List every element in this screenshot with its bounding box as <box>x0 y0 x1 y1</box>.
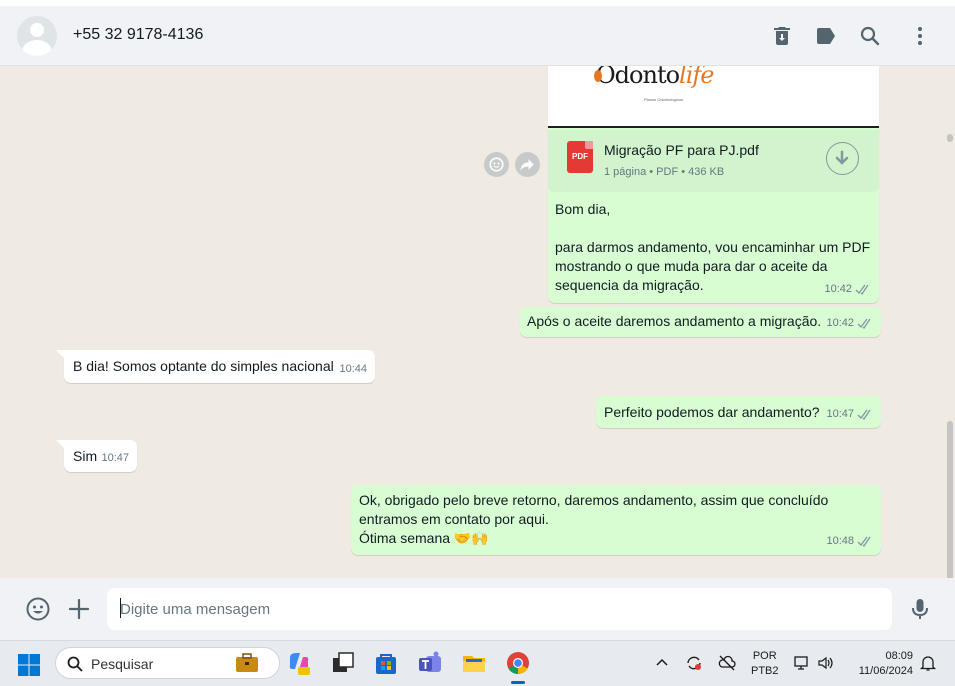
microsoft-store-icon[interactable] <box>373 650 399 676</box>
active-app-indicator <box>511 681 525 684</box>
avatar[interactable] <box>17 16 57 56</box>
message-meta: 10:47 <box>826 405 873 424</box>
message-meta: 10:47 <box>101 449 129 468</box>
cloud-offline-icon[interactable] <box>718 654 736 672</box>
caption-line: mostrando o que muda para dar o aceite d… <box>555 258 828 274</box>
message-time: 10:42 <box>826 317 854 329</box>
document-card[interactable]: PDF Migração PF para PJ.pdf 1 página • P… <box>548 130 879 192</box>
outgoing-message[interactable]: Após o aceite daremos andamento a migraç… <box>520 307 881 337</box>
message-meta: 10:42 <box>826 314 873 333</box>
chrome-icon[interactable] <box>505 650 531 676</box>
message-text: Após o aceite daremos andamento a migraç… <box>527 313 822 329</box>
message-line: entramos em contato por aqui. <box>359 511 549 527</box>
document-filename: Migração PF para PJ.pdf <box>604 142 759 158</box>
attach-plus-icon[interactable] <box>66 596 92 622</box>
message-line: Ok, obrigado pelo breve retorno, daremos… <box>359 492 829 508</box>
message-text: Sim <box>73 448 98 464</box>
double-check-icon <box>857 409 871 420</box>
taskbar-search[interactable]: Pesquisar <box>55 647 280 679</box>
message-time: 10:44 <box>339 363 367 375</box>
message-time: 10:47 <box>826 408 854 420</box>
message-time: 10:47 <box>101 452 129 464</box>
logo-subtitle: Planos Odontológicos <box>644 97 683 102</box>
message-time: 10:42 <box>824 283 852 295</box>
caption-line: Bom dia, <box>555 201 611 217</box>
briefcase-icon <box>236 653 258 672</box>
emoji-reaction-button[interactable] <box>484 152 509 177</box>
message-composer <box>0 578 955 640</box>
microphone-icon[interactable] <box>907 596 933 622</box>
document-preview[interactable]: Odontolife Planos Odontológicos <box>548 66 879 128</box>
incoming-message[interactable]: B dia! Somos optante do simples nacional… <box>56 350 375 383</box>
message-text: Perfeito podemos dar andamento? <box>604 404 820 420</box>
text-caret <box>120 598 121 618</box>
document-info: 1 página • PDF • 436 KB <box>604 166 725 178</box>
keyboard-layout: PTB2 <box>751 665 779 677</box>
outgoing-message[interactable]: Ok, obrigado pelo breve retorno, daremos… <box>351 485 881 555</box>
chat-header: +55 32 9178-4136 <box>0 6 955 66</box>
notification-bell-icon[interactable] <box>919 654 937 672</box>
double-check-icon <box>855 284 869 295</box>
scrollbar-arrow[interactable] <box>947 134 953 142</box>
network-icon[interactable] <box>793 654 811 672</box>
chevron-up-icon[interactable] <box>653 654 671 672</box>
language-code: POR <box>752 650 777 662</box>
whatsapp-window: +55 32 9178-4136 Odontolife Planos Odont… <box>0 0 955 686</box>
clock-time: 08:09 <box>885 650 913 662</box>
message-meta: 10:42 <box>824 280 871 299</box>
scrollbar[interactable] <box>947 421 953 578</box>
outgoing-message[interactable]: Perfeito podemos dar andamento? 10:47 <box>596 396 881 428</box>
message-input[interactable] <box>107 588 892 630</box>
teams-icon[interactable] <box>417 650 443 676</box>
windows-start-icon[interactable] <box>17 653 41 677</box>
message-text: Ok, obrigado pelo breve retorno, daremos… <box>359 491 828 548</box>
double-check-icon <box>857 318 871 329</box>
clock-date: 11/06/2024 <box>858 665 913 677</box>
task-view-icon[interactable] <box>330 650 356 676</box>
caption-line <box>555 219 875 238</box>
download-icon <box>835 150 849 165</box>
windows-taskbar: Pesquisar POR PTB2 08:09 11/06/2024 <box>0 640 955 686</box>
menu-icon[interactable] <box>908 24 932 48</box>
search-label: Pesquisar <box>91 656 154 672</box>
message-meta: 10:44 <box>339 360 367 379</box>
label-icon[interactable] <box>814 24 838 48</box>
file-explorer-icon[interactable] <box>461 650 487 676</box>
sync-icon[interactable] <box>685 654 703 672</box>
message-time: 10:48 <box>826 535 854 547</box>
double-check-icon <box>857 536 871 547</box>
chat-area[interactable]: Odontolife Planos Odontológicos PDF Migr… <box>0 66 955 578</box>
system-clock[interactable]: 08:09 11/06/2024 <box>851 649 913 679</box>
download-button[interactable] <box>826 142 859 175</box>
copilot-icon[interactable] <box>286 650 312 676</box>
caption-line: para darmos andamento, vou encaminhar um… <box>555 239 871 255</box>
search-icon <box>67 656 83 672</box>
odontolife-logo: Odontolife <box>594 66 714 89</box>
incoming-message[interactable]: Sim 10:47 <box>56 440 137 472</box>
message-line: Ótima semana 🤝🙌 <box>359 530 489 546</box>
forward-icon <box>520 159 534 171</box>
input-language[interactable]: POR PTB2 <box>751 649 779 679</box>
contact-name[interactable]: +55 32 9178-4136 <box>73 26 203 44</box>
search-icon[interactable] <box>858 24 882 48</box>
document-message[interactable]: Odontolife Planos Odontológicos PDF Migr… <box>548 66 879 303</box>
smiley-icon <box>489 157 504 172</box>
pdf-file-icon: PDF <box>567 141 593 173</box>
trash-icon[interactable] <box>770 24 794 48</box>
emoji-icon[interactable] <box>25 596 51 622</box>
message-text: B dia! Somos optante do simples nacional <box>73 358 334 374</box>
forward-button[interactable] <box>515 152 540 177</box>
volume-icon[interactable] <box>817 654 835 672</box>
message-meta: 10:48 <box>826 532 873 551</box>
